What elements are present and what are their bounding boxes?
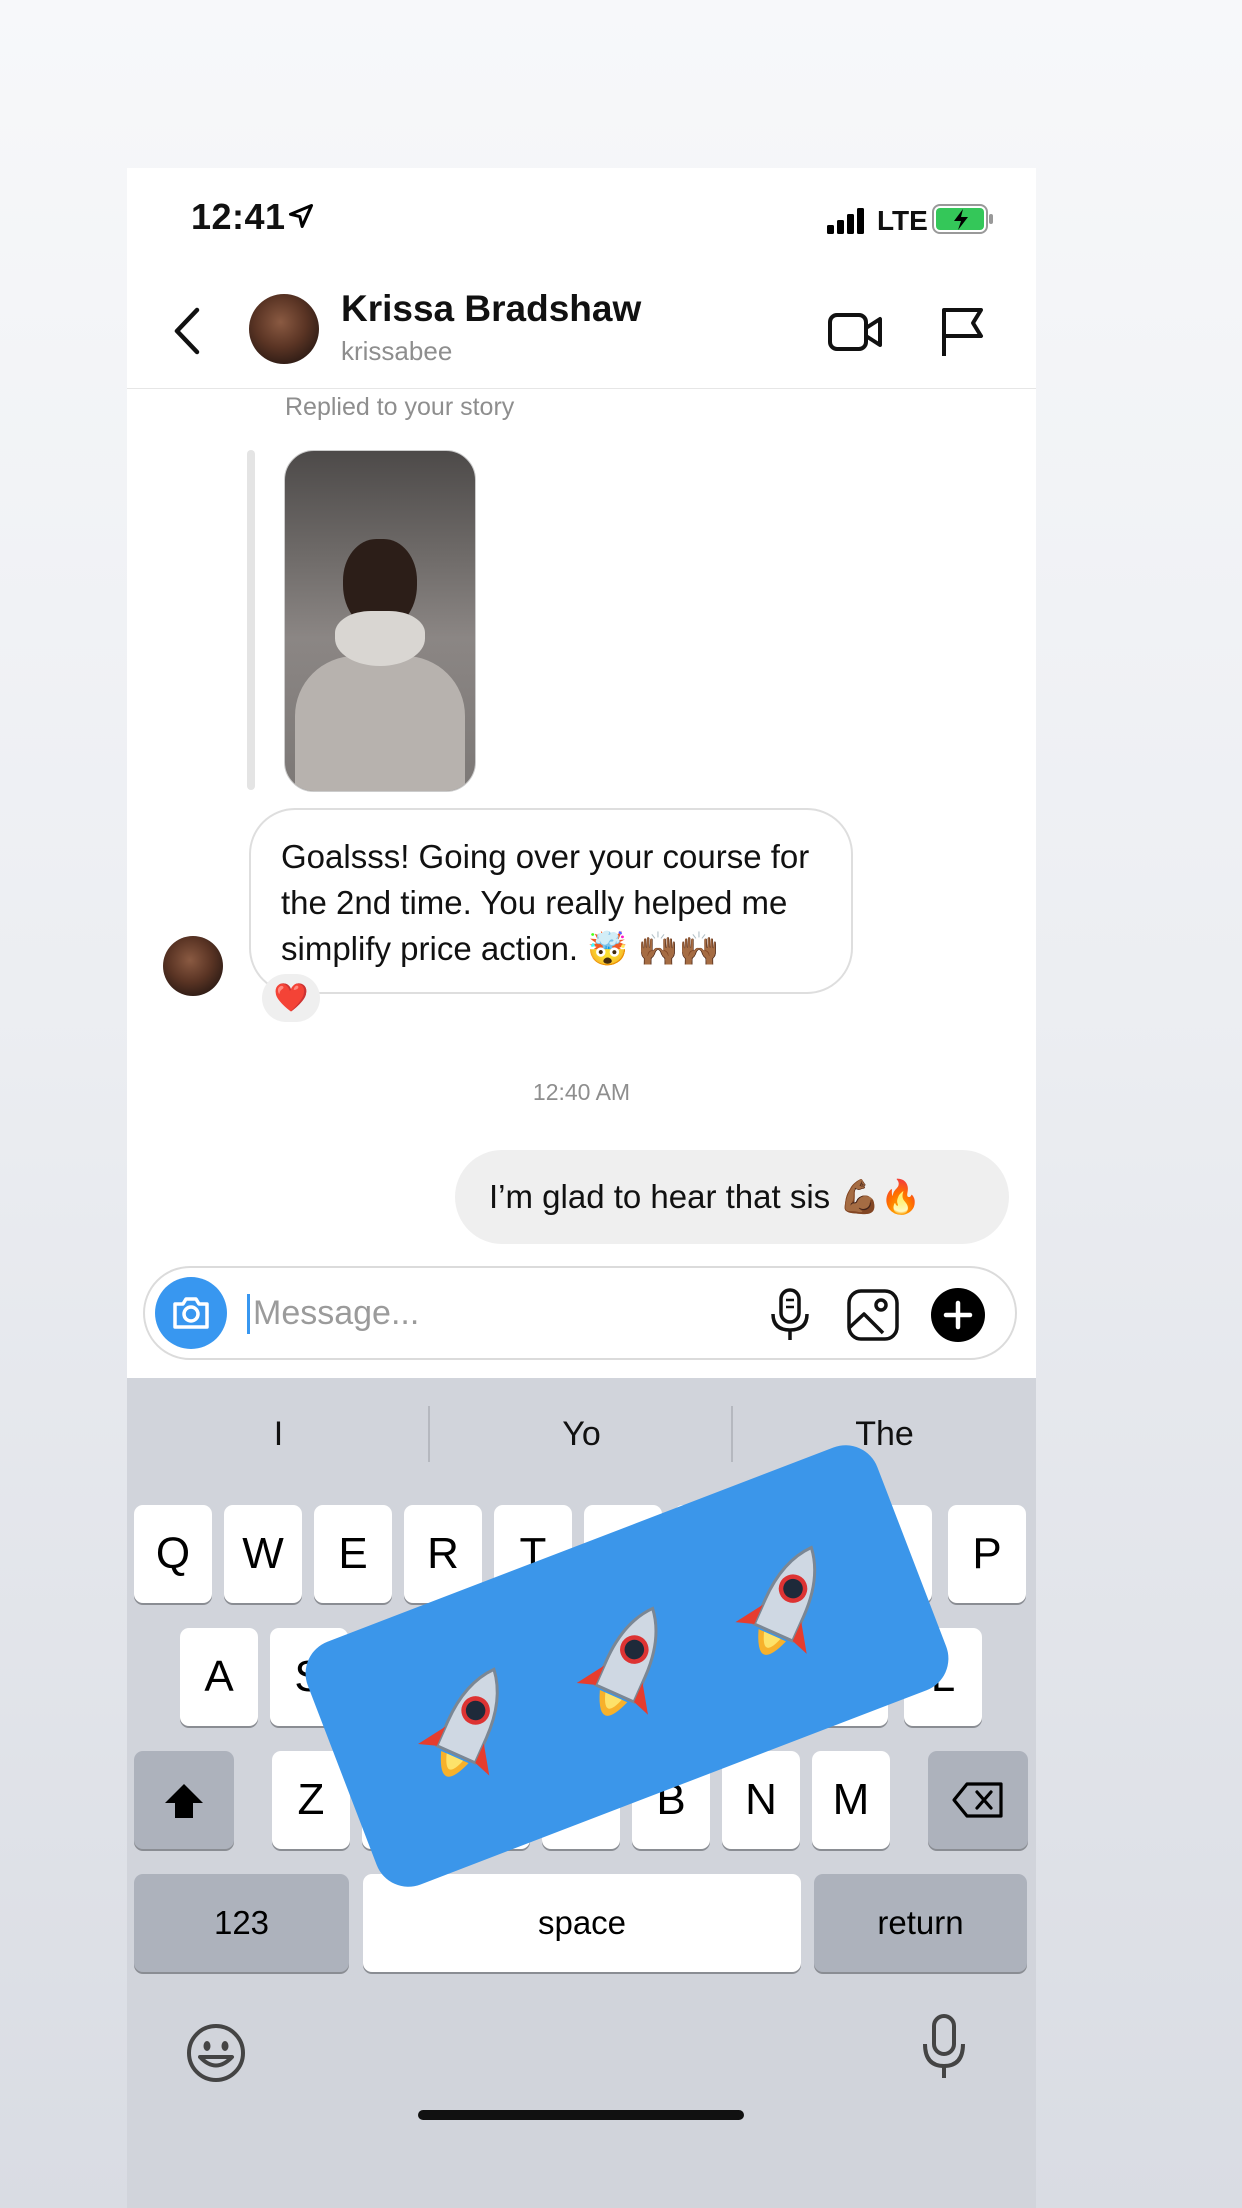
- heart-reaction[interactable]: ❤️: [262, 974, 320, 1022]
- shift-arrow-icon: [165, 1784, 203, 1818]
- rocket-icon: [735, 1545, 817, 1655]
- network-label: LTE: [877, 205, 928, 236]
- key-w[interactable]: W: [224, 1505, 302, 1603]
- shift-key[interactable]: [134, 1751, 234, 1849]
- contact-avatar[interactable]: [249, 294, 319, 364]
- suggestion-2[interactable]: Yo: [430, 1378, 733, 1490]
- message-timestamp: 12:40 AM: [532, 1079, 631, 1105]
- battery-charging-icon: [932, 204, 993, 234]
- story-thumbnail[interactable]: [284, 450, 476, 792]
- numbers-key[interactable]: 123: [134, 1874, 349, 1972]
- dictation-microphone-icon[interactable]: [921, 2014, 967, 2080]
- video-call-icon[interactable]: [827, 310, 883, 354]
- message-input[interactable]: [253, 1288, 633, 1338]
- replied-to-story-label: Replied to your story: [285, 393, 515, 421]
- signal-bars-icon: [827, 208, 864, 234]
- contact-username[interactable]: krissabee: [341, 336, 452, 367]
- outgoing-message-bubble[interactable]: I’m glad to hear that sis 💪🏾🔥: [455, 1150, 1009, 1244]
- key-q[interactable]: Q: [134, 1505, 212, 1603]
- space-key[interactable]: space: [363, 1874, 801, 1972]
- emoji-keyboard-icon[interactable]: [185, 2022, 247, 2084]
- rocket-icon: [576, 1606, 658, 1716]
- gallery-icon[interactable]: [846, 1288, 900, 1342]
- return-key[interactable]: return: [814, 1874, 1027, 1972]
- message-composer: [143, 1266, 1017, 1360]
- key-p[interactable]: P: [948, 1505, 1026, 1603]
- key-a[interactable]: A: [180, 1628, 258, 1726]
- sender-avatar[interactable]: [163, 936, 223, 996]
- key-e[interactable]: E: [314, 1505, 392, 1603]
- report-flag-icon[interactable]: [939, 306, 985, 358]
- chat-header: Krissa Bradshaw krissabee: [127, 268, 1036, 389]
- suggestion-1[interactable]: I: [127, 1378, 430, 1490]
- key-m[interactable]: M: [812, 1751, 890, 1849]
- back-chevron-icon[interactable]: [167, 304, 207, 358]
- phone-screen: 12:41 LTE Krissa Bradshaw krissabee Repl…: [127, 168, 1036, 2208]
- location-arrow-icon: [288, 203, 314, 229]
- status-time: 12:41: [191, 196, 286, 237]
- incoming-message-bubble[interactable]: Goalsss! Going over your course for the …: [249, 808, 853, 994]
- camera-button[interactable]: [155, 1277, 227, 1349]
- camera-icon: [173, 1297, 209, 1329]
- rocket-icon: [418, 1667, 499, 1777]
- home-indicator[interactable]: [418, 2110, 744, 2120]
- story-reply-bar: [247, 450, 255, 790]
- status-bar: 12:41 LTE: [127, 168, 1036, 268]
- microphone-icon[interactable]: [767, 1288, 813, 1342]
- contact-name[interactable]: Krissa Bradshaw: [341, 288, 641, 330]
- add-more-button[interactable]: [931, 1288, 985, 1342]
- plus-icon: [943, 1300, 973, 1330]
- delete-key[interactable]: [928, 1751, 1028, 1849]
- backspace-icon: [952, 1782, 1003, 1818]
- text-caret: [247, 1294, 250, 1334]
- key-n[interactable]: N: [722, 1751, 800, 1849]
